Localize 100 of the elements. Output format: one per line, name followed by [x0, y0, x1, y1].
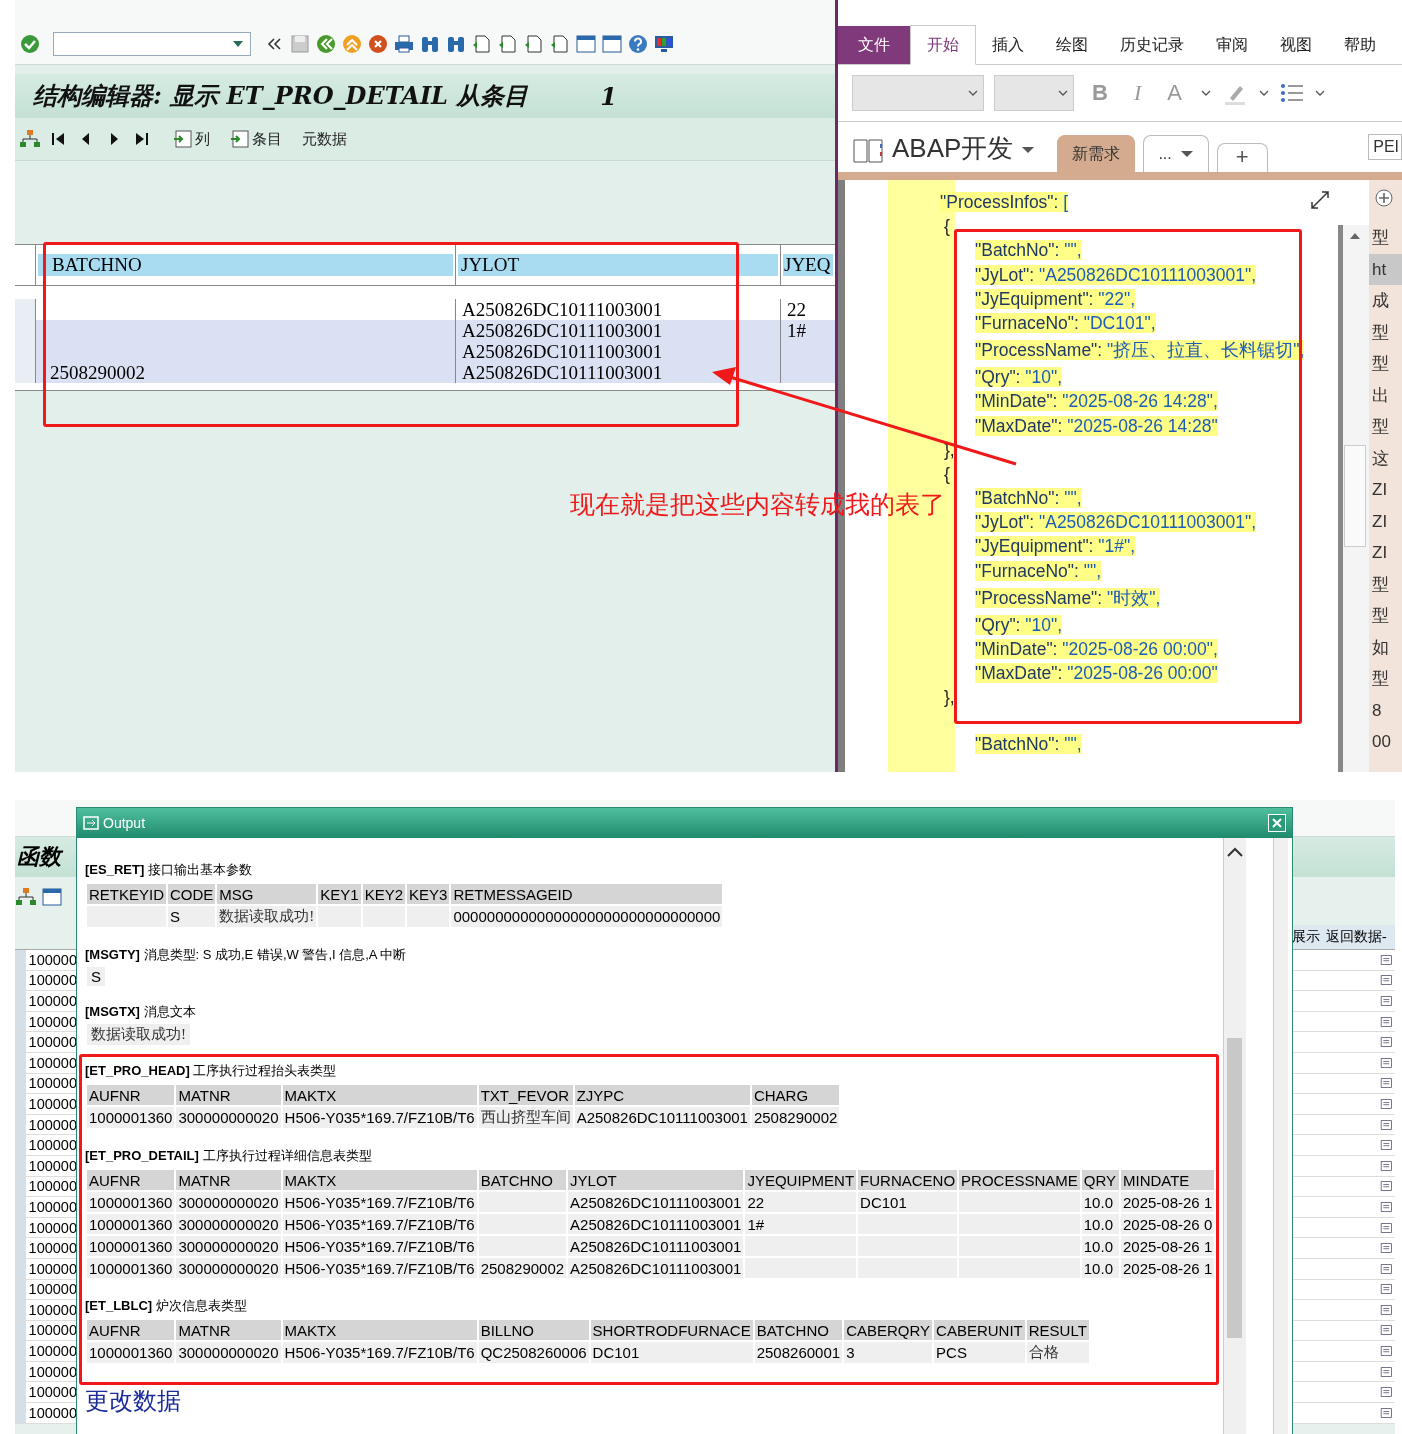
page-tab[interactable]: 00	[1369, 726, 1402, 758]
caret-icon[interactable]	[1021, 146, 1036, 154]
scrollbar[interactable]	[1273, 838, 1288, 1434]
page-tab[interactable]: 型	[1369, 411, 1402, 443]
close-icon[interactable]	[1272, 818, 1282, 828]
column-header[interactable]: JYEQ	[783, 254, 833, 276]
add-section-button[interactable]: +	[1216, 143, 1268, 172]
page-tab[interactable]: 如	[1369, 631, 1402, 663]
table-row[interactable]	[1292, 1382, 1395, 1404]
table-row[interactable]	[1292, 1341, 1395, 1362]
page-tab[interactable]: 型	[1369, 316, 1402, 348]
window-icon[interactable]	[575, 33, 597, 55]
table-cell: 100000	[28, 1240, 77, 1257]
add-page-icon[interactable]	[1374, 188, 1394, 208]
chevron-icon[interactable]	[1257, 89, 1270, 97]
window-icon[interactable]	[41, 886, 63, 908]
scroll-thumb[interactable]	[1227, 1038, 1242, 1338]
table-row[interactable]	[1292, 1032, 1395, 1053]
table-cell: 10.0	[1081, 1214, 1119, 1234]
table-row[interactable]	[1292, 1094, 1395, 1115]
ribbon-tab[interactable]: 帮助	[1328, 26, 1392, 64]
chevron-icon[interactable]	[1313, 89, 1326, 97]
page-tab[interactable]: ZI	[1369, 505, 1402, 537]
page-icon[interactable]	[471, 33, 493, 55]
help-icon[interactable]	[627, 33, 649, 55]
tree-icon[interactable]	[19, 128, 41, 150]
ribbon-tab[interactable]: 文件	[838, 26, 910, 64]
page-icon[interactable]	[497, 33, 519, 55]
column-header[interactable]: JYLOT	[458, 254, 778, 276]
page-tab[interactable]: 这	[1369, 442, 1402, 474]
table-cell: A250826DC10111003001	[568, 1192, 744, 1212]
ribbon-tab[interactable]: 绘图	[1040, 26, 1104, 64]
toolbar-button[interactable]: 条目	[230, 129, 282, 149]
back-icon[interactable]	[315, 33, 337, 55]
monitor-icon[interactable]	[653, 33, 675, 55]
page-tab[interactable]: ht	[1369, 253, 1402, 285]
toolbar-button[interactable]: 列	[173, 129, 210, 149]
scrollbar[interactable]	[1223, 838, 1246, 1434]
section-tab[interactable]: 新需求	[1057, 135, 1136, 172]
expand-icon[interactable]	[1310, 190, 1330, 210]
toolbar-button[interactable]: 元数据	[302, 129, 347, 149]
search-field[interactable]: PEI	[1368, 134, 1402, 160]
table-row[interactable]	[1292, 1238, 1395, 1259]
page-tab[interactable]: 型	[1369, 568, 1402, 600]
exit-icon[interactable]	[341, 33, 363, 55]
page-tab[interactable]: 成	[1369, 285, 1402, 317]
dropdown-caret-icon[interactable]	[232, 40, 244, 48]
page-tab[interactable]: 8	[1369, 694, 1402, 726]
table-row[interactable]	[1292, 950, 1395, 971]
page-icon[interactable]	[523, 33, 545, 55]
scrollbar[interactable]	[1338, 225, 1369, 772]
cancel-icon[interactable]	[367, 33, 389, 55]
table-cell: A250826DC10111003001	[574, 1107, 750, 1128]
page-tab[interactable]: 型	[1369, 222, 1402, 254]
page-tab[interactable]: 型	[1369, 663, 1402, 695]
notebook-name[interactable]: ABAP开发	[892, 131, 1014, 166]
ribbon-tab[interactable]: 插入	[976, 26, 1040, 64]
page-tab[interactable]: 出	[1369, 379, 1402, 411]
column-header[interactable]: 返回数据-	[1326, 928, 1387, 946]
table-row[interactable]	[1292, 991, 1395, 1012]
column-header: RESULT	[1026, 1320, 1089, 1340]
table-cell: 100000	[28, 993, 77, 1009]
check-icon[interactable]	[19, 33, 41, 55]
window-icon[interactable]	[601, 33, 623, 55]
command-field[interactable]	[53, 32, 251, 56]
ribbon-tab[interactable]: 视图	[1264, 26, 1328, 64]
table-cell: 1000001360	[87, 1236, 175, 1256]
scroll-thumb[interactable]	[1344, 445, 1366, 547]
table-row[interactable]: A250826DC10111003001	[15, 341, 835, 362]
column-header[interactable]: 展示	[1292, 928, 1320, 946]
ribbon-tab[interactable]: 开始	[910, 25, 976, 65]
tree-icon[interactable]	[15, 886, 37, 908]
close-button[interactable]	[1268, 814, 1286, 832]
table-cell: 100000	[28, 1095, 77, 1112]
table-row[interactable]	[1292, 1197, 1395, 1218]
ribbon-tab[interactable]: 历史记录	[1104, 26, 1200, 64]
page-tab[interactable]: 型	[1369, 348, 1402, 380]
chevron-icon[interactable]	[967, 89, 979, 97]
column-header: MAKTX	[282, 1085, 477, 1105]
table-row[interactable]: 2508290002 A250826DC10111003001	[15, 362, 835, 383]
page-icon[interactable]	[549, 33, 571, 55]
bullet-list-icon[interactable]	[1279, 82, 1304, 104]
column-header[interactable]: BATCHNO	[38, 254, 453, 276]
list-icon[interactable]	[1379, 993, 1395, 1009]
table-row[interactable]	[1292, 1300, 1395, 1321]
chevron-icon[interactable]	[1057, 89, 1069, 97]
section-tab[interactable]: ...	[1143, 135, 1209, 172]
page-tab[interactable]: 型	[1369, 600, 1402, 632]
table-row[interactable]	[1292, 1403, 1395, 1424]
notebook-icon[interactable]	[852, 138, 884, 164]
page-tab[interactable]: ZI	[1369, 474, 1402, 506]
printer-icon[interactable]	[393, 33, 415, 55]
table-row[interactable]: A250826DC10111003001 1#	[15, 320, 835, 341]
table-cell: 10.0	[1081, 1236, 1119, 1256]
table-cell: 1000001360	[87, 1214, 175, 1234]
chevron-icon[interactable]	[1199, 89, 1212, 97]
page-tab[interactable]: ZI	[1369, 537, 1402, 569]
ribbon-tab[interactable]: 审阅	[1200, 26, 1264, 64]
table-cell: 100000	[28, 1116, 77, 1133]
table-row[interactable]	[1292, 1135, 1395, 1156]
